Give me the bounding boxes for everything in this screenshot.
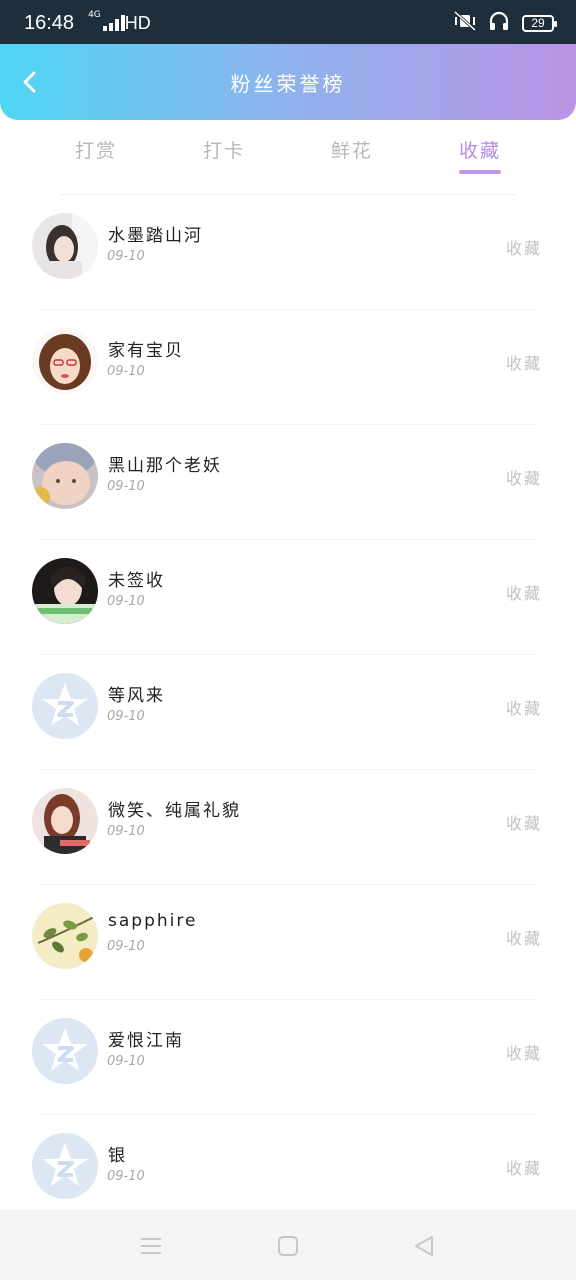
favorite-label: 收藏 [505, 699, 542, 718]
user-name: sapphire [108, 911, 198, 931]
active-tab-indicator [459, 170, 501, 174]
user-name: 黑山那个老妖 [108, 456, 222, 476]
list-item[interactable]: 爱恨江南 09-10 收藏 [0, 1000, 576, 1115]
default-avatar-icon [32, 1133, 98, 1199]
chevron-left-icon [23, 71, 36, 93]
avatar [32, 558, 98, 624]
favorite-label: 收藏 [505, 1044, 542, 1063]
status-bar: 16:48 4G HD 29 [0, 0, 576, 46]
menu-icon[interactable] [139, 1234, 163, 1258]
user-date: 09-10 [107, 709, 145, 724]
user-name: 银 [108, 1146, 127, 1166]
status-right: 29 [453, 10, 557, 37]
favorite-label: 收藏 [505, 239, 542, 258]
user-name: 爱恨江南 [108, 1031, 184, 1051]
user-date: 09-10 [107, 1169, 145, 1184]
favorite-label: 收藏 [505, 354, 542, 373]
tab-bar: 打赏 打卡 鲜花 收藏 [0, 128, 576, 190]
user-date: 09-10 [107, 364, 145, 379]
page-title: 粉丝荣誉榜 [230, 71, 346, 96]
list-item[interactable]: 微笑、纯属礼貌 09-10 收藏 [0, 770, 576, 885]
favorite-label: 收藏 [505, 814, 542, 833]
tab-favorites[interactable]: 收藏 [420, 136, 540, 163]
back-nav-icon[interactable] [412, 1234, 436, 1258]
default-avatar-icon [32, 1018, 98, 1084]
avatar [32, 788, 98, 854]
list-item[interactable]: 未签收 09-10 收藏 [0, 540, 576, 655]
system-nav-bar [0, 1210, 576, 1280]
default-avatar-icon [32, 673, 98, 739]
network-type: 4G [88, 10, 101, 20]
avatar [32, 443, 98, 509]
user-date: 09-10 [107, 594, 145, 609]
signal-icon [102, 15, 125, 31]
avatar [32, 328, 98, 394]
avatar [32, 903, 98, 969]
list-item[interactable]: 水墨踏山河 09-10 收藏 [0, 195, 576, 310]
avatar [32, 213, 98, 279]
list-item[interactable]: 黑山那个老妖 09-10 收藏 [0, 425, 576, 540]
favorite-label: 收藏 [505, 1159, 542, 1178]
user-name: 微笑、纯属礼貌 [108, 801, 241, 821]
tab-checkin[interactable]: 打卡 [164, 136, 284, 163]
hd-indicator: HD [124, 12, 151, 33]
home-icon[interactable] [276, 1234, 300, 1258]
user-date: 09-10 [107, 249, 145, 264]
tab-flowers[interactable]: 鲜花 [292, 136, 412, 163]
favorite-label: 收藏 [505, 929, 542, 948]
list-item[interactable]: 等风来 09-10 收藏 [0, 655, 576, 770]
user-date: 09-10 [107, 479, 145, 494]
user-date: 09-10 [107, 939, 145, 954]
list-item[interactable]: 家有宝贝 09-10 收藏 [0, 310, 576, 425]
battery-icon: 29 [522, 14, 557, 32]
vibrate-off-icon [453, 10, 477, 36]
status-time: 16:48 [24, 11, 75, 34]
user-name: 家有宝贝 [108, 341, 184, 361]
status-left: 16:48 4G HD [24, 10, 151, 35]
user-date: 09-10 [107, 824, 145, 839]
user-name: 未签收 [108, 571, 165, 591]
favorite-label: 收藏 [505, 469, 542, 488]
headphones-icon [488, 10, 510, 37]
user-date: 09-10 [107, 1054, 145, 1069]
back-button[interactable] [18, 70, 42, 94]
tab-reward[interactable]: 打赏 [36, 136, 156, 163]
user-name: 水墨踏山河 [108, 226, 203, 246]
header-bar: 粉丝荣誉榜 [0, 44, 576, 120]
fan-list: 水墨踏山河 09-10 收藏 家有宝贝 09-10 收藏 黑山那个老妖 09-1… [0, 195, 576, 1230]
favorite-label: 收藏 [505, 584, 542, 603]
list-item[interactable]: sapphire 09-10 收藏 [0, 885, 576, 1000]
user-name: 等风来 [108, 686, 165, 706]
